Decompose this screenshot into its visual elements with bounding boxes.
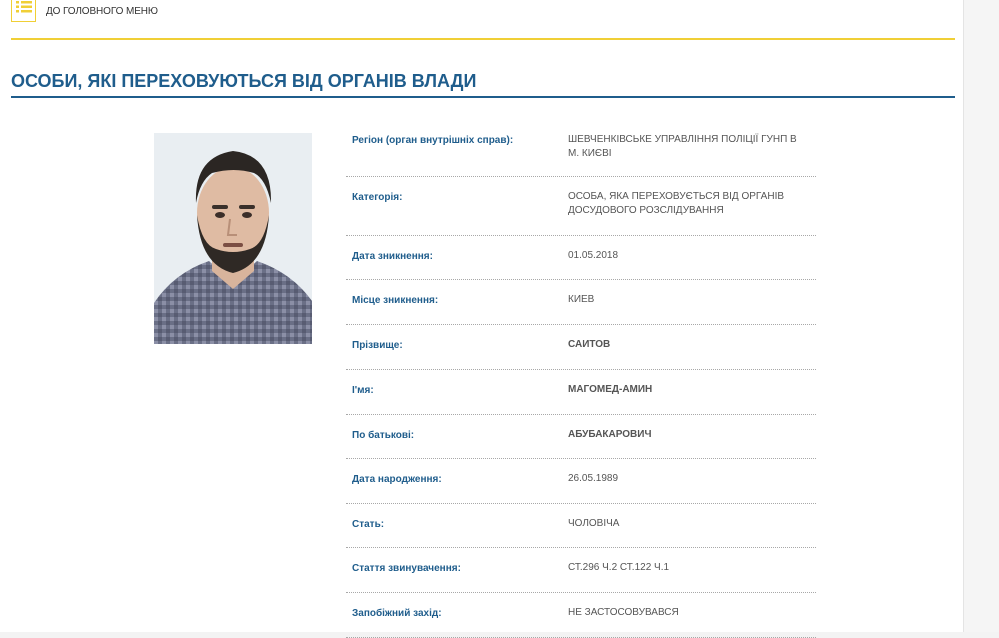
detail-value: ОСОБА, ЯКА ПЕРЕХОВУЄТЬСЯ ВІД ОРГАНІВ ДОС… [568,191,785,216]
detail-value: САИТОВ [568,339,611,350]
detail-row: Місце зникнення: КИЕВ [346,280,816,325]
detail-value: ШЕВЧЕНКІВСЬКЕ УПРАВЛІННЯ ПОЛІЦІЇ ГУНП В … [568,134,797,159]
person-photo [154,133,312,344]
detail-value: 26.05.1989 [568,473,619,484]
detail-row: Регіон (орган внутрішніх справ): ШЕВЧЕНКІ… [346,133,816,177]
detail-row: Стать: ЧОЛОВІЧА [346,504,816,548]
menu-button[interactable] [11,0,36,22]
detail-row: Дата народження: 26.05.1989 [346,459,816,504]
detail-label: І'мя: [352,385,374,396]
detail-value: МАГОМЕД-АМИН [568,384,653,395]
detail-value: 01.05.2018 [568,250,619,261]
detail-row: Стаття звинувачення: СТ.296 Ч.2 СТ.122 Ч.… [346,548,816,593]
detail-label: Стаття звинувачення: [352,563,461,574]
detail-label: Стать: [352,519,385,530]
detail-label: Дата народження: [352,474,442,485]
detail-row: Категорія: ОСОБА, ЯКА ПЕРЕХОВУЄТЬСЯ ВІД О… [346,177,816,236]
detail-label: Регіон (орган внутрішніх справ): [352,135,514,146]
list-icon [16,1,32,13]
detail-row: І'мя: МАГОМЕД-АМИН [346,370,816,415]
detail-value: КИЕВ [568,294,595,305]
detail-row: По батькові: АБУБАКАРОВИЧ [346,415,816,459]
detail-label: Дата зникнення: [352,251,433,262]
detail-label: Запобіжний захід: [352,608,442,619]
detail-value: НЕ ЗАСТОСОВУВАВСЯ [568,607,679,618]
person-details: Регіон (орган внутрішніх справ): ШЕВЧЕНКІ… [346,133,816,638]
detail-row: Запобіжний захід: НЕ ЗАСТОСОВУВАВСЯ [346,593,816,638]
back-to-main-menu-link[interactable]: ДО ГОЛОВНОГО МЕНЮ [46,6,158,17]
page-title-bar: ОСОБИ, ЯКІ ПЕРЕХОВУЮТЬСЯ ВІД ОРГАНІВ ВЛА… [11,62,955,98]
detail-label: По батькові: [352,430,415,441]
page: ДО ГОЛОВНОГО МЕНЮ ОСОБИ, ЯКІ ПЕРЕХОВУЮТЬ… [0,0,964,638]
detail-label: Прізвище: [352,340,403,351]
detail-label: Місце зникнення: [352,295,439,306]
detail-row: Прізвище: САИТОВ [346,325,816,370]
top-navigation-bar: ДО ГОЛОВНОГО МЕНЮ [11,0,955,40]
detail-value: СТ.296 Ч.2 СТ.122 Ч.1 [568,562,670,573]
detail-label: Категорія: [352,192,403,203]
page-title: ОСОБИ, ЯКІ ПЕРЕХОВУЮТЬСЯ ВІД ОРГАНІВ ВЛА… [11,71,477,91]
scroll-gutter [964,0,999,632]
detail-value: ЧОЛОВІЧА [568,518,620,529]
detail-row: Дата зникнення: 01.05.2018 [346,236,816,280]
detail-value: АБУБАКАРОВИЧ [568,429,652,440]
